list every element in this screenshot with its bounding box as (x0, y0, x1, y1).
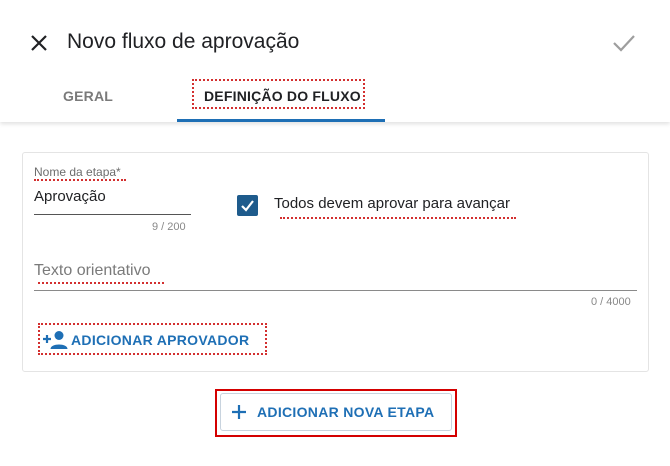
stage-name-counter: 9 / 200 (152, 221, 186, 233)
close-icon[interactable] (28, 32, 50, 54)
active-tab-indicator (177, 119, 385, 122)
stage-name-label: Nome da etapa* (34, 165, 121, 179)
stage-name-underline (34, 214, 191, 215)
stage-name-label-highlight (34, 179, 126, 181)
stage-name-input[interactable]: Aprovação (34, 188, 106, 205)
all-approve-label[interactable]: Todos devem aprovar para avançar (274, 195, 510, 212)
person-add-icon (43, 331, 68, 349)
add-stage-button[interactable]: ADICIONAR NOVA ETAPA (220, 393, 452, 431)
guide-text-underline (34, 290, 637, 291)
all-approve-label-highlight (280, 217, 516, 219)
plus-icon (232, 405, 246, 419)
checkmark-icon (241, 200, 254, 212)
add-approver-label: ADICIONAR APROVADOR (71, 332, 250, 348)
tab-geral[interactable]: GERAL (63, 88, 113, 104)
guide-text-input[interactable]: Texto orientativo (34, 262, 151, 280)
dialog-header: Novo fluxo de aprovação GERAL DEFINIÇÃO … (0, 0, 670, 122)
guide-text-highlight (38, 282, 164, 284)
tab-definicao-do-fluxo[interactable]: DEFINIÇÃO DO FLUXO (204, 88, 361, 104)
guide-text-counter: 0 / 4000 (591, 296, 631, 308)
all-approve-checkbox[interactable] (237, 195, 258, 216)
check-icon[interactable] (611, 31, 637, 55)
page-title: Novo fluxo de aprovação (67, 30, 300, 53)
add-approver-button[interactable]: ADICIONAR APROVADOR (38, 323, 267, 355)
add-stage-label: ADICIONAR NOVA ETAPA (257, 404, 435, 420)
